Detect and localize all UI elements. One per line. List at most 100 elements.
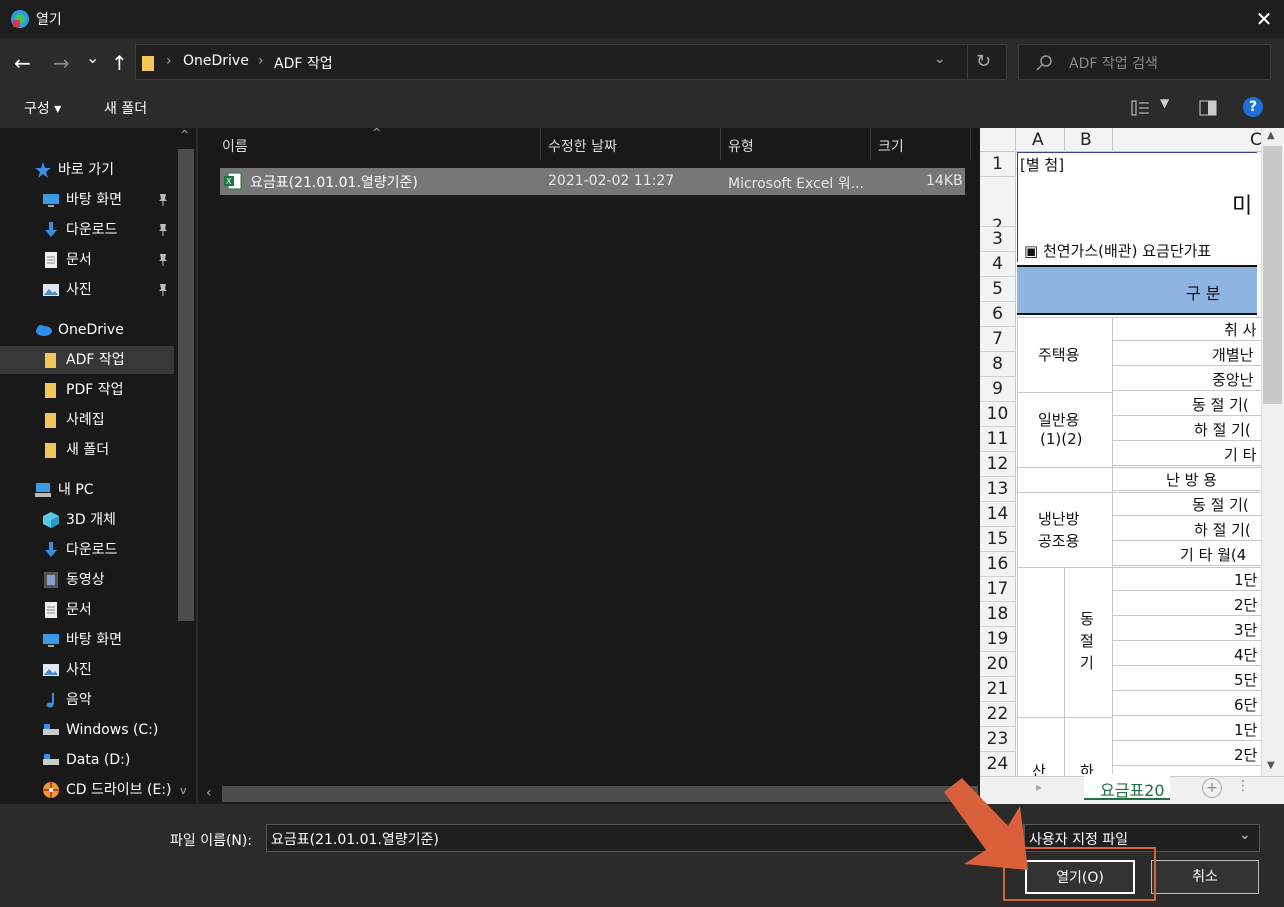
cell-step-23: 2단 <box>1234 746 1258 764</box>
drive-icon <box>43 754 59 765</box>
row-header: 15 <box>980 527 1016 552</box>
chevron-down-icon[interactable]: ⌄ <box>934 51 946 67</box>
sidebar-item-5[interactable]: OneDrive <box>0 316 174 344</box>
sidebar-item-12[interactable]: 다운로드 <box>0 536 174 564</box>
more-icon[interactable]: ⋮ <box>1236 778 1250 794</box>
forward-button[interactable]: → <box>53 51 70 75</box>
filename-input[interactable]: 요금표(21.01.01.열량기준) <box>266 824 1024 852</box>
sidebar-item-7[interactable]: PDF 작업 <box>0 376 174 404</box>
sidebar-item-label: 다운로드 <box>66 222 118 238</box>
chevron-right-icon: › <box>166 53 172 69</box>
sidebar-item-16[interactable]: 사진 <box>0 656 174 684</box>
cell-r2: 미 <box>1232 194 1253 219</box>
edge-app-icon <box>11 10 29 28</box>
file-type-value: 사용자 지정 파일 <box>1029 832 1129 848</box>
sidebar-scroll-thumb[interactable] <box>178 149 194 621</box>
pin-icon <box>158 246 168 277</box>
scroll-up-icon[interactable]: ▲ <box>1267 130 1275 141</box>
cell-step-17: 2단 <box>1234 596 1258 614</box>
search-icon <box>1036 55 1052 71</box>
column-header-name[interactable]: 이름 <box>222 136 248 156</box>
desktop-icon <box>43 194 59 207</box>
filename-label: 파일 이름(N): <box>170 833 253 849</box>
cell-r10: 하 절 기( <box>1194 421 1251 439</box>
scroll-up-icon[interactable]: ^ <box>180 128 189 141</box>
sidebar-item-10[interactable]: 내 PC <box>0 476 174 504</box>
sidebar-item-label: Data (D:) <box>66 752 131 768</box>
folder-icon <box>45 353 56 368</box>
sidebar-item-3[interactable]: 문서 <box>0 246 174 274</box>
sidebar-item-1[interactable]: 바탕 화면 <box>0 186 174 214</box>
preview-vscroll-thumb[interactable] <box>1263 146 1282 404</box>
row-header: 14 <box>980 502 1016 527</box>
breadcrumb-adf[interactable]: ADF 작업 <box>274 53 333 73</box>
cell-r6: 취 사 <box>1224 321 1257 339</box>
sidebar-item-6[interactable]: ADF 작업 <box>0 346 174 374</box>
address-bar[interactable]: › OneDrive › ADF 작업 ⌄ ↻ <box>135 44 1007 80</box>
title-bar: 열기 ✕ <box>0 0 1284 38</box>
sidebar-item-9[interactable]: 새 폴더 <box>0 436 174 464</box>
cell-r8: 중앙난 <box>1212 371 1254 389</box>
sidebar-item-14[interactable]: 문서 <box>0 596 174 624</box>
sidebar-item-label: 문서 <box>66 252 92 268</box>
organize-button[interactable]: 구성 ▾ <box>24 98 61 118</box>
cell-general: 일반용 <box>1038 411 1080 429</box>
sidebar-item-4[interactable]: 사진 <box>0 276 174 304</box>
sidebar-item-label: 다운로드 <box>66 542 118 558</box>
sidebar-item-label: 문서 <box>66 602 92 618</box>
sidebar-item-label: 바로 가기 <box>58 162 114 178</box>
hscroll-thumb[interactable] <box>222 786 978 802</box>
row-header: 1 <box>980 152 1016 177</box>
row-header: 9 <box>980 377 1016 402</box>
sidebar-item-15[interactable]: 바탕 화면 <box>0 626 174 654</box>
sheet-tab-label: 요금표20 <box>1100 781 1165 800</box>
pictures-icon <box>43 284 59 296</box>
scroll-down-icon[interactable]: v <box>180 784 187 797</box>
column-header-date[interactable]: 수정한 날짜 <box>548 136 617 156</box>
column-header-type[interactable]: 유형 <box>728 136 754 156</box>
recent-locations-button[interactable]: ⌄ <box>86 48 99 67</box>
sidebar-item-18[interactable]: Windows (C:) <box>0 716 174 744</box>
view-options-icon[interactable] <box>1131 100 1151 116</box>
add-sheet-icon[interactable]: + <box>1202 778 1222 798</box>
pin-icon <box>158 276 168 307</box>
close-button[interactable]: ✕ <box>1250 5 1278 33</box>
sidebar-item-0[interactable]: 바로 가기 <box>0 156 174 184</box>
help-button[interactable]: ? <box>1243 97 1263 117</box>
row-header: 20 <box>980 652 1016 677</box>
refresh-button[interactable]: ↻ <box>976 51 991 72</box>
file-row[interactable]: X 요금표(21.01.01.열량기준) 2021-02-02 11:27 Mi… <box>220 168 965 195</box>
scroll-down-icon[interactable]: ▼ <box>1267 760 1275 771</box>
new-folder-button[interactable]: 새 폴더 <box>104 98 147 118</box>
cell-step-16: 1단 <box>1234 571 1258 589</box>
row-header: 4 <box>980 252 1016 277</box>
view-dropdown-icon[interactable]: ▼ <box>1160 96 1169 110</box>
folder-icon <box>142 56 154 71</box>
sidebar-item-label: 사진 <box>66 282 92 298</box>
sidebar-item-8[interactable]: 사례집 <box>0 406 174 434</box>
up-button[interactable]: ↑ <box>111 51 128 75</box>
file-list-hscrollbar[interactable]: ‹ <box>198 784 980 804</box>
cd-drive-icon <box>43 782 59 798</box>
video-icon <box>44 572 58 588</box>
row-header: 8 <box>980 352 1016 377</box>
sidebar-item-13[interactable]: 동영상 <box>0 566 174 594</box>
row-header: 18 <box>980 602 1016 627</box>
sidebar-item-19[interactable]: Data (D:) <box>0 746 174 774</box>
search-box[interactable]: ADF 작업 검색 <box>1018 44 1271 80</box>
scroll-left-icon[interactable]: ‹ <box>206 785 212 801</box>
sidebar-item-17[interactable]: 음악 <box>0 686 174 714</box>
preview-pane-icon[interactable] <box>1199 100 1217 116</box>
sidebar-item-20[interactable]: CD 드라이브 (E:) <box>0 776 174 804</box>
back-button[interactable]: ← <box>14 51 31 75</box>
download-icon <box>45 222 57 237</box>
sidebar-item-11[interactable]: 3D 개체 <box>0 506 174 534</box>
chevron-right-icon: › <box>258 53 264 69</box>
column-header-size[interactable]: 크기 <box>878 136 904 156</box>
sidebar-item-label: 새 폴더 <box>66 442 110 458</box>
row-header: 2 <box>980 177 1016 236</box>
sidebar-item-2[interactable]: 다운로드 <box>0 216 174 244</box>
desktop-icon <box>43 634 59 647</box>
breadcrumb-onedrive[interactable]: OneDrive <box>183 53 249 69</box>
cancel-button[interactable]: 취소 <box>1151 860 1259 894</box>
